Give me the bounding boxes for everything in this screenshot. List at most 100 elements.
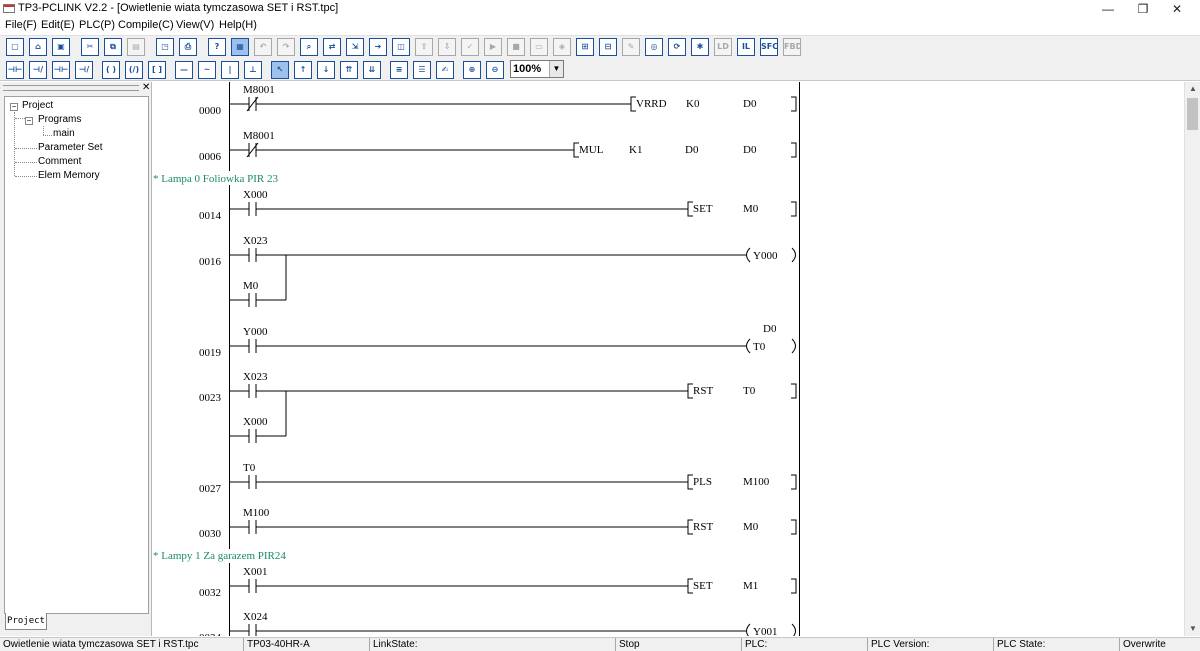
il-mode-icon[interactable]: IL: [737, 38, 755, 56]
print-preview-icon[interactable]: ◳: [156, 38, 174, 56]
tree-node-programs[interactable]: Programs: [38, 114, 81, 125]
vertical-scrollbar[interactable]: ▲ ▼: [1184, 82, 1200, 636]
contact-nc-icon[interactable]: ⊣/⊢: [29, 61, 47, 79]
menu-compile[interactable]: Compile(C): [118, 19, 174, 31]
help-icon[interactable]: ?: [208, 38, 226, 56]
ladder-diagram[interactable]: 0000 M8001 VRRD K0 D0 0006 M8001 MUL K1 …: [153, 82, 1183, 636]
menu-plc[interactable]: PLC(P): [79, 19, 115, 31]
refresh-icon[interactable]: ⟳: [668, 38, 686, 56]
monitor-start-icon[interactable]: ⊞: [576, 38, 594, 56]
invert-line-icon[interactable]: ~: [198, 61, 216, 79]
force-icon[interactable]: ✎: [622, 38, 640, 56]
settings-icon[interactable]: ✱: [691, 38, 709, 56]
menu-file[interactable]: File(F): [5, 19, 37, 31]
instruction-icon[interactable]: [ ]: [148, 61, 166, 79]
instruction-op: SET: [693, 203, 713, 215]
rung-0000[interactable]: 0000 M8001 VRRD K0 D0: [199, 84, 797, 117]
rung-0030[interactable]: 0030 M100 RST M0: [199, 507, 797, 540]
find-icon[interactable]: ⌕: [300, 38, 318, 56]
step-number: 0019: [199, 347, 222, 359]
tab-project[interactable]: Project: [5, 613, 47, 630]
delete-line-icon[interactable]: ⊥: [244, 61, 262, 79]
monitor-icon[interactable]: ◫: [392, 38, 410, 56]
contact-nc[interactable]: [229, 142, 797, 158]
contact-no[interactable]: [229, 623, 796, 636]
menu-view[interactable]: View(V): [176, 19, 214, 31]
sfc-mode-icon[interactable]: SFC: [760, 38, 778, 56]
comment-icon[interactable]: ✍: [436, 61, 454, 79]
tree-node-project[interactable]: Project: [22, 100, 53, 111]
goto-icon[interactable]: ⇲: [346, 38, 364, 56]
falling-edge-icon[interactable]: ↓: [317, 61, 335, 79]
redo-icon[interactable]: ↷: [277, 38, 295, 56]
download-icon[interactable]: ⇩: [438, 38, 456, 56]
new-file-icon[interactable]: ▢: [6, 38, 24, 56]
search-device-icon[interactable]: ◎: [645, 38, 663, 56]
replace-icon[interactable]: ⇄: [323, 38, 341, 56]
close-icon[interactable]: ✕: [142, 82, 150, 93]
contact-no[interactable]: [229, 338, 796, 354]
contact-nc[interactable]: [229, 96, 797, 112]
instruction-op: VRRD: [636, 98, 667, 110]
vertical-line-icon[interactable]: |: [221, 61, 239, 79]
upload-icon[interactable]: ⇧: [415, 38, 433, 56]
rung-0006[interactable]: 0006 M8001 MUL K1 D0 D0: [199, 130, 797, 163]
open-file-icon[interactable]: ⌂: [29, 38, 47, 56]
tree-node-comment[interactable]: Comment: [38, 156, 81, 167]
undo-icon[interactable]: ↶: [254, 38, 272, 56]
panel-grip[interactable]: [3, 85, 139, 91]
close-button[interactable]: ✕: [1154, 0, 1200, 18]
cut-icon[interactable]: ✂: [81, 38, 99, 56]
select-mode-icon[interactable]: ↖: [271, 61, 289, 79]
run-icon[interactable]: ▶: [484, 38, 502, 56]
paste-icon[interactable]: ▤: [127, 38, 145, 56]
save-icon[interactable]: ▣: [52, 38, 70, 56]
tree-line: [43, 135, 52, 136]
rising-edge-icon[interactable]: ↑: [294, 61, 312, 79]
falling-parallel-icon[interactable]: ⇊: [363, 61, 381, 79]
delete-row-icon[interactable]: ☰: [413, 61, 431, 79]
insert-row-icon[interactable]: ≡: [390, 61, 408, 79]
scroll-up-icon[interactable]: ▲: [1185, 82, 1200, 96]
contact-no[interactable]: [229, 247, 796, 307]
tree-node-parameter-set[interactable]: Parameter Set: [38, 142, 102, 153]
rung-0019[interactable]: 0019 Y000 D0 T0: [199, 323, 796, 359]
arrow-right-icon[interactable]: ➔: [369, 38, 387, 56]
rung-0016[interactable]: 0016 X023 M0 Y000: [199, 235, 796, 307]
zoom-in-icon[interactable]: ⊕: [463, 61, 481, 79]
rung-0014[interactable]: 0014 X000 SET M0: [199, 189, 797, 222]
scroll-down-icon[interactable]: ▼: [1185, 622, 1200, 636]
rung-0034[interactable]: 0034 X024 Y001: [199, 611, 796, 636]
scrollbar-thumb[interactable]: [1187, 98, 1198, 130]
collapse-icon[interactable]: −: [10, 103, 18, 111]
online-icon[interactable]: ◈: [553, 38, 571, 56]
stop-icon[interactable]: ■: [507, 38, 525, 56]
menu-help[interactable]: Help(H): [219, 19, 257, 31]
project-window-icon[interactable]: ▦: [231, 38, 249, 56]
fbd-mode-icon[interactable]: FBD: [783, 38, 801, 56]
print-icon[interactable]: ⎙: [179, 38, 197, 56]
menu-edit[interactable]: Edit(E): [41, 19, 75, 31]
zoom-select[interactable]: 100% ▼: [510, 60, 564, 78]
chevron-down-icon[interactable]: ▼: [549, 61, 563, 77]
tree-node-elem-memory[interactable]: Elem Memory: [38, 170, 100, 181]
collapse-icon[interactable]: −: [25, 117, 33, 125]
verify-icon[interactable]: ✓: [461, 38, 479, 56]
contact-parallel-no-icon[interactable]: ⊣⊢: [52, 61, 70, 79]
device-icon[interactable]: ▭: [530, 38, 548, 56]
ladder-editor[interactable]: 0000 M8001 VRRD K0 D0 0006 M8001 MUL K1 …: [153, 82, 1183, 636]
rung-0027[interactable]: 0027 T0 PLS M100: [199, 462, 797, 495]
rung-0023[interactable]: 0023 X023 X000 RST T0: [199, 371, 797, 443]
rung-0032[interactable]: 0032 X001 SET M1: [199, 566, 797, 599]
contact-no-icon[interactable]: ⊣⊢: [6, 61, 24, 79]
horizontal-line-icon[interactable]: —: [175, 61, 193, 79]
tree-node-main[interactable]: main: [53, 128, 75, 139]
zoom-out-icon[interactable]: ⊖: [486, 61, 504, 79]
monitor-stop-icon[interactable]: ⊟: [599, 38, 617, 56]
contact-parallel-nc-icon[interactable]: ⊣/⊢: [75, 61, 93, 79]
coil-icon[interactable]: ( ): [102, 61, 120, 79]
copy-icon[interactable]: ⧉: [104, 38, 122, 56]
ld-mode-icon[interactable]: LD: [714, 38, 732, 56]
coil-nc-icon[interactable]: (/): [125, 61, 143, 79]
rising-parallel-icon[interactable]: ⇈: [340, 61, 358, 79]
